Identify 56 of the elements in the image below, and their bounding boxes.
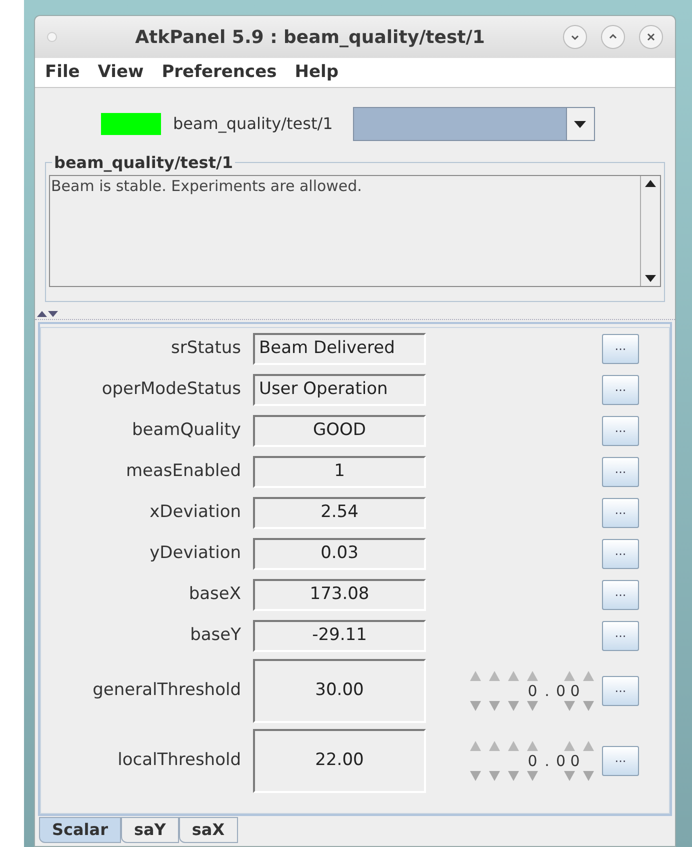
value-field: 30.00 [253, 659, 426, 723]
digit-text: 0 0 [556, 753, 580, 769]
more-button[interactable]: ... [602, 498, 639, 528]
value-field: 173.08 [253, 578, 426, 610]
attribute-label: srStatus [170, 336, 242, 360]
digit-text: 0 [527, 683, 538, 699]
more-button[interactable]: ... [602, 456, 639, 486]
tab[interactable]: saY [120, 817, 179, 843]
more-button[interactable]: ... [602, 374, 639, 404]
more-button[interactable]: ... [602, 334, 639, 364]
value-field: 0.03 [253, 538, 426, 570]
value-field: -29.11 [253, 620, 426, 652]
attribute-label: localThreshold [116, 749, 242, 772]
value-field: 2.54 [253, 496, 426, 528]
digit-text: 0 0 [556, 683, 580, 699]
value-field: GOOD [253, 414, 426, 446]
attribute-label: yDeviation [148, 542, 242, 565]
device-name: beam_quality/test/1 [173, 113, 333, 135]
menu-item[interactable]: File [45, 60, 80, 86]
close-button[interactable] [639, 25, 663, 49]
minimize-button[interactable] [563, 25, 587, 49]
menu-item[interactable]: View [98, 60, 144, 86]
menu-item[interactable]: Preferences [162, 60, 277, 86]
more-button[interactable]: ... [602, 580, 639, 610]
decimal-point: . [544, 753, 550, 769]
maximize-button[interactable] [601, 25, 625, 49]
scroll-up-icon[interactable] [645, 180, 656, 187]
attribute-label: operModeStatus [100, 378, 242, 401]
more-button[interactable]: ... [602, 620, 639, 650]
digit-text: 0 [527, 753, 538, 769]
attribute-label: generalThreshold [92, 679, 242, 702]
tab[interactable]: saX [178, 817, 238, 843]
status-text-area: Beam is stable. Experiments are allowed. [49, 175, 661, 287]
attribute-label: xDeviation [148, 500, 242, 524]
value-field: User Operation [253, 374, 426, 406]
attribute-label: baseY [189, 624, 242, 647]
menu-item[interactable]: Help [294, 60, 339, 86]
value-field: 1 [253, 456, 426, 488]
more-button[interactable]: ... [602, 746, 639, 776]
attribute-label: measEnabled [125, 460, 242, 483]
more-button[interactable]: ... [602, 416, 639, 446]
decimal-point: . [544, 683, 550, 699]
more-button[interactable]: ... [602, 676, 639, 706]
close-icon [646, 32, 656, 42]
window-title: AtkPanel 5.9 : beam_quality/test/1 [134, 26, 486, 50]
caret-icon [574, 120, 586, 128]
device-dropdown[interactable] [352, 107, 595, 141]
up-arrow-icon[interactable] [37, 310, 47, 316]
value-field: Beam Delivered [253, 332, 426, 364]
down-arrow-icon[interactable] [48, 310, 58, 316]
more-button[interactable]: ... [602, 538, 639, 568]
tab[interactable]: Scalar [39, 817, 121, 843]
scroll-down-icon[interactable] [645, 275, 656, 282]
attribute-label: baseX [188, 582, 242, 606]
value-field: 22.00 [253, 729, 426, 793]
attribute-label: beamQuality [131, 418, 242, 442]
